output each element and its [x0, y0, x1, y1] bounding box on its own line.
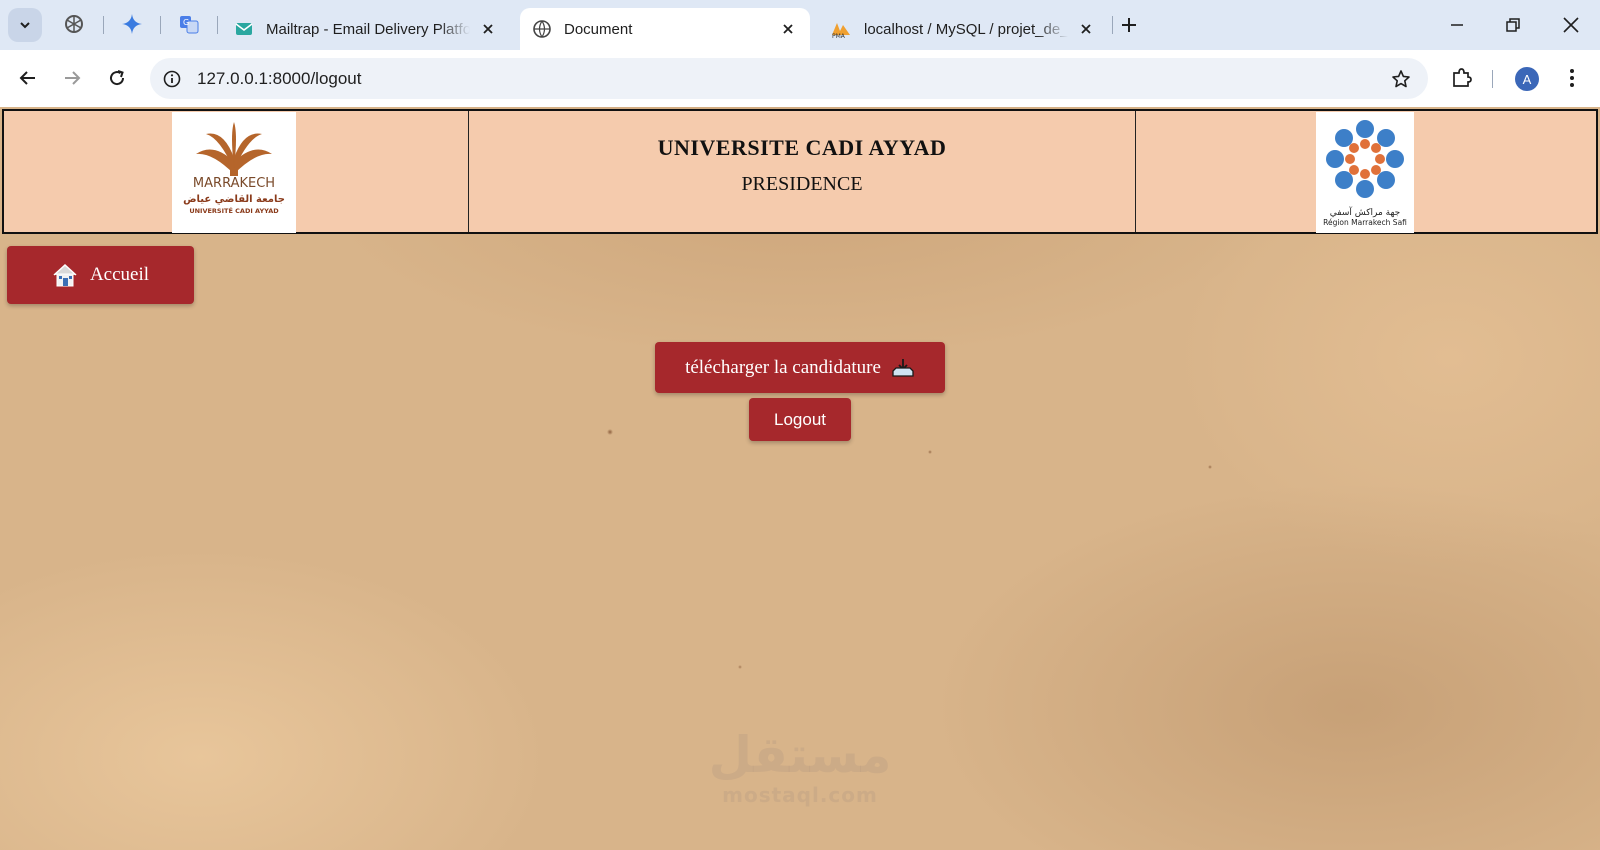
arrow-right-icon	[65, 71, 81, 85]
page-title: UNIVERSITE CADI AYYAD	[657, 135, 947, 160]
tab-separator	[1112, 16, 1113, 34]
toolbar-separator	[1492, 70, 1493, 88]
openai-icon	[65, 15, 83, 33]
close-window-button[interactable]	[1556, 10, 1586, 40]
university-logo: MARRAKECH جامعة القاضي عياض UNIVERSITÉ C…	[172, 112, 296, 233]
url-text[interactable]: 127.0.0.1:8000/logout	[197, 69, 361, 89]
arrow-left-icon	[19, 71, 35, 85]
tab-phpmyadmin[interactable]: PMA localhost / MySQL / projet_de_stage	[818, 8, 1108, 50]
info-icon	[163, 70, 181, 88]
svg-text:G: G	[183, 18, 189, 27]
header-title-cell: UNIVERSITE CADI AYYAD PRESIDENCE	[469, 111, 1136, 232]
page-subtitle: PRESIDENCE	[741, 173, 863, 195]
back-button[interactable]	[13, 63, 43, 93]
close-icon	[1563, 17, 1579, 33]
logout-button-label: Logout	[774, 409, 826, 429]
phpmyadmin-icon: PMA	[832, 23, 850, 39]
close-icon[interactable]	[778, 19, 798, 39]
pinned-tab-chatgpt[interactable]	[60, 10, 88, 38]
extensions-button[interactable]	[1446, 63, 1476, 93]
tab-mailtrap[interactable]: Mailtrap - Email Delivery Platform	[222, 8, 510, 50]
reload-button[interactable]	[102, 63, 132, 93]
minimize-icon	[1451, 24, 1463, 26]
svg-text:PMA: PMA	[832, 33, 846, 39]
watermark-arabic: مستقل	[708, 726, 892, 784]
tab-title: Mailtrap - Email Delivery Platform	[266, 20, 470, 38]
reload-icon	[110, 70, 125, 86]
star-icon	[1392, 70, 1410, 88]
header-banner: MARRAKECH جامعة القاضي عياض UNIVERSITÉ C…	[2, 109, 1598, 234]
mailtrap-icon	[235, 23, 253, 35]
watermark-latin: mostaql.com	[722, 783, 878, 807]
header-left-cell: MARRAKECH جامعة القاضي عياض UNIVERSITÉ C…	[4, 111, 469, 233]
close-icon[interactable]	[1076, 19, 1096, 39]
region-subtitle-text: Région Marrakech Safi	[1323, 218, 1407, 227]
tab-separator	[160, 16, 161, 34]
tab-search-button[interactable]	[8, 8, 42, 42]
logo-city-text: MARRAKECH	[192, 176, 276, 191]
watermark: مستقل mostaql.com	[700, 727, 900, 807]
home-button-label: Accueil	[89, 264, 150, 285]
profile-avatar[interactable]: A	[1515, 67, 1539, 91]
home-button[interactable]: Accueil	[7, 246, 194, 304]
close-icon[interactable]	[478, 19, 498, 39]
site-info-button[interactable]	[158, 65, 186, 93]
tab-strip: G Mailtrap - Email Delivery Platform Doc…	[0, 0, 1600, 50]
globe-icon	[533, 20, 551, 38]
download-application-button[interactable]: télécharger la candidature	[655, 342, 945, 393]
tab-separator	[217, 16, 218, 34]
new-tab-button[interactable]	[1116, 12, 1142, 38]
minimize-button[interactable]	[1442, 10, 1472, 40]
house-icon	[53, 263, 77, 287]
logo-arabic-text: جامعة القاضي عياض	[183, 194, 285, 205]
address-bar[interactable]: 127.0.0.1:8000/logout	[150, 58, 1428, 99]
tab-separator	[103, 16, 104, 34]
download-button-label: télécharger la candidature	[685, 356, 881, 378]
puzzle-icon	[1453, 68, 1472, 87]
sparkle-icon	[122, 14, 142, 34]
region-arabic-text: جهة مراكش آسفي	[1329, 208, 1401, 218]
pinned-tab-gemini[interactable]	[118, 10, 146, 38]
chevron-down-icon	[20, 22, 30, 29]
plus-icon	[1122, 18, 1136, 32]
logout-button[interactable]: Logout	[749, 398, 851, 441]
translate-icon: G	[180, 16, 199, 34]
more-vertical-icon	[1570, 69, 1574, 87]
tab-document[interactable]: Document	[520, 8, 810, 50]
bookmark-button[interactable]	[1388, 66, 1414, 92]
restore-icon	[1506, 18, 1520, 32]
logo-subtitle-text: UNIVERSITÉ CADI AYYAD	[189, 207, 279, 215]
browser-toolbar: 127.0.0.1:8000/logout A	[0, 50, 1600, 107]
menu-button[interactable]	[1557, 63, 1587, 93]
download-tray-icon	[892, 358, 914, 377]
restore-button[interactable]	[1498, 10, 1528, 40]
forward-button[interactable]	[57, 63, 87, 93]
pinned-tab-translate[interactable]: G	[175, 10, 203, 38]
tab-title: localhost / MySQL / projet_de_stage	[864, 20, 1068, 38]
region-logo-icon	[1326, 120, 1404, 198]
tab-title: Document	[564, 20, 633, 38]
header-right-cell: جهة مراكش آسفي Région Marrakech Safi	[1136, 111, 1596, 233]
page-content: MARRAKECH جامعة القاضي عياض UNIVERSITÉ C…	[0, 107, 1600, 850]
region-logo: جهة مراكش آسفي Région Marrakech Safi	[1316, 112, 1414, 233]
